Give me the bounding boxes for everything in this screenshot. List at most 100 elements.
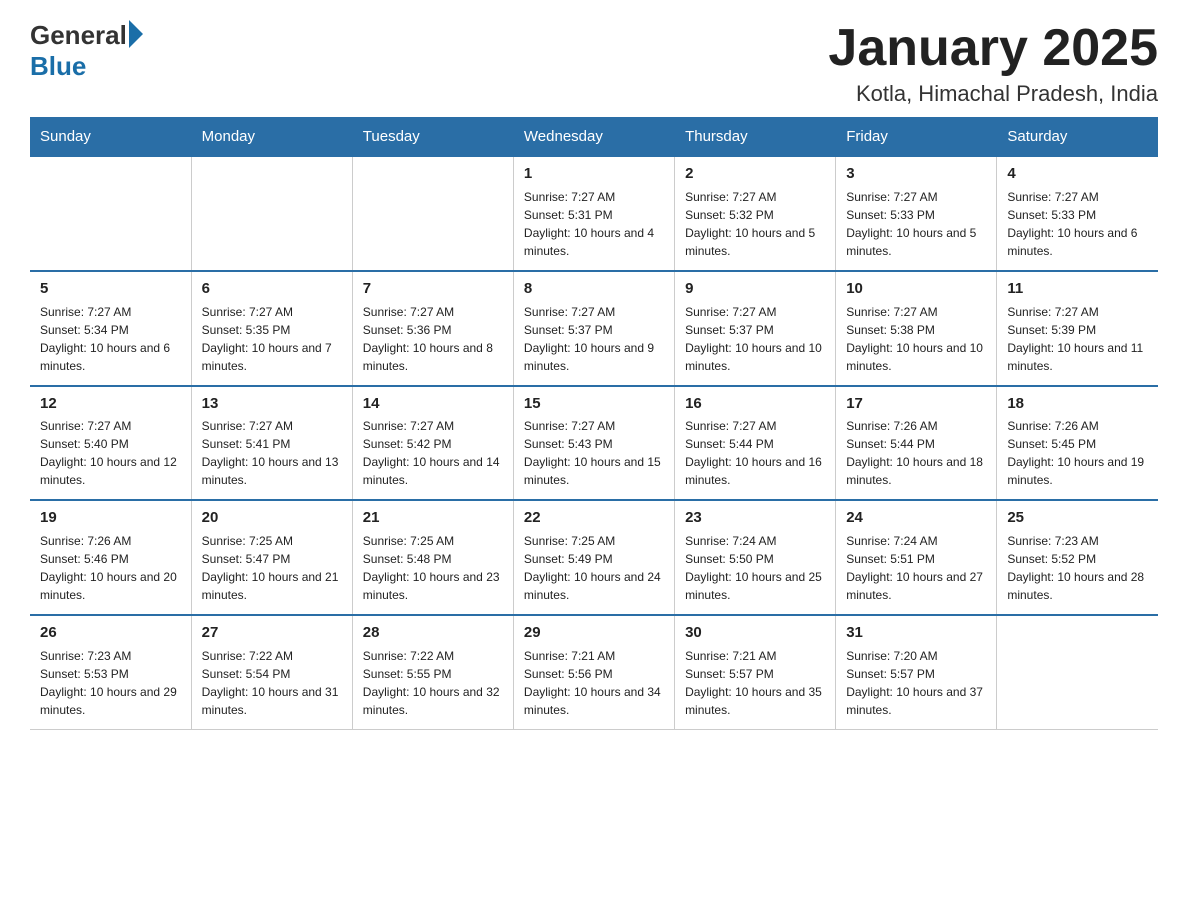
logo-blue-text: Blue xyxy=(30,51,86,81)
day-number: 5 xyxy=(40,278,181,300)
day-info: Sunrise: 7:27 AM Sunset: 5:43 PM Dayligh… xyxy=(524,417,664,489)
calendar-week-4: 19Sunrise: 7:26 AM Sunset: 5:46 PM Dayli… xyxy=(30,500,1158,615)
calendar-cell: 11 Sunrise: 7:27 AM Sunset: 5:39 PM Dayli… xyxy=(997,271,1158,386)
calendar-week-5: 26 Sunrise: 7:23 AM Sunset: 5:53 PM Dayli… xyxy=(30,615,1158,729)
calendar-cell: 24Sunrise: 7:24 AM Sunset: 5:51 PM Dayli… xyxy=(836,500,997,615)
day-info: Sunrise: 7:27 AM Sunset: 5:41 PM Dayligh… xyxy=(202,417,342,489)
calendar-cell: 12Sunrise: 7:27 AM Sunset: 5:40 PM Dayli… xyxy=(30,386,191,501)
day-info: Sunrise: 7:23 AM Sunset: 5:53 PM Dayligh… xyxy=(40,647,181,719)
calendar-cell: 7 Sunrise: 7:27 AM Sunset: 5:36 PM Daylig… xyxy=(352,271,513,386)
calendar-cell: 20Sunrise: 7:25 AM Sunset: 5:47 PM Dayli… xyxy=(191,500,352,615)
day-number: 12 xyxy=(40,393,181,415)
calendar-table: SundayMondayTuesdayWednesdayThursdayFrid… xyxy=(30,117,1158,730)
calendar-cell: 25 Sunrise: 7:23 AM Sunset: 5:52 PM Dayli… xyxy=(997,500,1158,615)
weekday-header-row: SundayMondayTuesdayWednesdayThursdayFrid… xyxy=(30,118,1158,157)
day-number: 31 xyxy=(846,622,986,644)
calendar-cell: 13Sunrise: 7:27 AM Sunset: 5:41 PM Dayli… xyxy=(191,386,352,501)
day-number: 30 xyxy=(685,622,825,644)
calendar-cell: 26 Sunrise: 7:23 AM Sunset: 5:53 PM Dayli… xyxy=(30,615,191,729)
day-info: Sunrise: 7:27 AM Sunset: 5:32 PM Dayligh… xyxy=(685,188,825,260)
day-info: Sunrise: 7:20 AM Sunset: 5:57 PM Dayligh… xyxy=(846,647,986,719)
logo: General Blue xyxy=(30,20,143,82)
calendar-cell: 23Sunrise: 7:24 AM Sunset: 5:50 PM Dayli… xyxy=(675,500,836,615)
calendar-cell: 21 Sunrise: 7:25 AM Sunset: 5:48 PM Dayli… xyxy=(352,500,513,615)
calendar-cell: 27Sunrise: 7:22 AM Sunset: 5:54 PM Dayli… xyxy=(191,615,352,729)
day-number: 19 xyxy=(40,507,181,529)
calendar-cell: 3Sunrise: 7:27 AM Sunset: 5:33 PM Daylig… xyxy=(836,156,997,271)
weekday-header-wednesday: Wednesday xyxy=(513,118,674,157)
day-number: 3 xyxy=(846,163,986,185)
calendar-subtitle: Kotla, Himachal Pradesh, India xyxy=(828,81,1158,107)
calendar-cell: 22Sunrise: 7:25 AM Sunset: 5:49 PM Dayli… xyxy=(513,500,674,615)
day-number: 6 xyxy=(202,278,342,300)
day-number: 10 xyxy=(846,278,986,300)
day-info: Sunrise: 7:26 AM Sunset: 5:44 PM Dayligh… xyxy=(846,417,986,489)
day-info: Sunrise: 7:25 AM Sunset: 5:48 PM Dayligh… xyxy=(363,532,503,604)
day-info: Sunrise: 7:23 AM Sunset: 5:52 PM Dayligh… xyxy=(1007,532,1148,604)
calendar-title: January 2025 xyxy=(828,20,1158,77)
day-number: 17 xyxy=(846,393,986,415)
day-number: 24 xyxy=(846,507,986,529)
day-info: Sunrise: 7:27 AM Sunset: 5:34 PM Dayligh… xyxy=(40,303,181,375)
calendar-cell: 16Sunrise: 7:27 AM Sunset: 5:44 PM Dayli… xyxy=(675,386,836,501)
calendar-cell: 29 Sunrise: 7:21 AM Sunset: 5:56 PM Dayli… xyxy=(513,615,674,729)
day-number: 25 xyxy=(1007,507,1148,529)
day-info: Sunrise: 7:27 AM Sunset: 5:38 PM Dayligh… xyxy=(846,303,986,375)
calendar-cell: 10 Sunrise: 7:27 AM Sunset: 5:38 PM Dayli… xyxy=(836,271,997,386)
weekday-header-friday: Friday xyxy=(836,118,997,157)
day-number: 22 xyxy=(524,507,664,529)
page-header: General Blue January 2025 Kotla, Himacha… xyxy=(30,20,1158,107)
weekday-header-sunday: Sunday xyxy=(30,118,191,157)
day-info: Sunrise: 7:27 AM Sunset: 5:31 PM Dayligh… xyxy=(524,188,664,260)
day-info: Sunrise: 7:22 AM Sunset: 5:54 PM Dayligh… xyxy=(202,647,342,719)
day-info: Sunrise: 7:27 AM Sunset: 5:39 PM Dayligh… xyxy=(1007,303,1148,375)
day-info: Sunrise: 7:27 AM Sunset: 5:37 PM Dayligh… xyxy=(524,303,664,375)
calendar-cell: 5 Sunrise: 7:27 AM Sunset: 5:34 PM Daylig… xyxy=(30,271,191,386)
calendar-cell: 18Sunrise: 7:26 AM Sunset: 5:45 PM Dayli… xyxy=(997,386,1158,501)
weekday-header-saturday: Saturday xyxy=(997,118,1158,157)
logo-triangle-icon xyxy=(129,20,143,48)
day-info: Sunrise: 7:26 AM Sunset: 5:45 PM Dayligh… xyxy=(1007,417,1148,489)
calendar-week-3: 12Sunrise: 7:27 AM Sunset: 5:40 PM Dayli… xyxy=(30,386,1158,501)
calendar-cell xyxy=(30,156,191,271)
weekday-header-monday: Monday xyxy=(191,118,352,157)
day-info: Sunrise: 7:24 AM Sunset: 5:50 PM Dayligh… xyxy=(685,532,825,604)
calendar-cell xyxy=(352,156,513,271)
day-info: Sunrise: 7:27 AM Sunset: 5:37 PM Dayligh… xyxy=(685,303,825,375)
day-number: 28 xyxy=(363,622,503,644)
day-number: 1 xyxy=(524,163,664,185)
calendar-week-1: 1 Sunrise: 7:27 AM Sunset: 5:31 PM Daylig… xyxy=(30,156,1158,271)
day-info: Sunrise: 7:21 AM Sunset: 5:57 PM Dayligh… xyxy=(685,647,825,719)
calendar-cell: 28Sunrise: 7:22 AM Sunset: 5:55 PM Dayli… xyxy=(352,615,513,729)
day-number: 29 xyxy=(524,622,664,644)
day-info: Sunrise: 7:27 AM Sunset: 5:44 PM Dayligh… xyxy=(685,417,825,489)
calendar-cell: 30 Sunrise: 7:21 AM Sunset: 5:57 PM Dayli… xyxy=(675,615,836,729)
weekday-header-tuesday: Tuesday xyxy=(352,118,513,157)
calendar-cell: 17Sunrise: 7:26 AM Sunset: 5:44 PM Dayli… xyxy=(836,386,997,501)
day-number: 8 xyxy=(524,278,664,300)
day-number: 21 xyxy=(363,507,503,529)
day-number: 2 xyxy=(685,163,825,185)
day-number: 9 xyxy=(685,278,825,300)
calendar-cell: 31 Sunrise: 7:20 AM Sunset: 5:57 PM Dayli… xyxy=(836,615,997,729)
day-number: 26 xyxy=(40,622,181,644)
calendar-cell: 1 Sunrise: 7:27 AM Sunset: 5:31 PM Daylig… xyxy=(513,156,674,271)
calendar-cell: 15Sunrise: 7:27 AM Sunset: 5:43 PM Dayli… xyxy=(513,386,674,501)
calendar-cell: 2 Sunrise: 7:27 AM Sunset: 5:32 PM Daylig… xyxy=(675,156,836,271)
day-info: Sunrise: 7:21 AM Sunset: 5:56 PM Dayligh… xyxy=(524,647,664,719)
calendar-cell: 6 Sunrise: 7:27 AM Sunset: 5:35 PM Daylig… xyxy=(191,271,352,386)
calendar-cell xyxy=(191,156,352,271)
calendar-cell: 19Sunrise: 7:26 AM Sunset: 5:46 PM Dayli… xyxy=(30,500,191,615)
day-number: 14 xyxy=(363,393,503,415)
day-info: Sunrise: 7:25 AM Sunset: 5:47 PM Dayligh… xyxy=(202,532,342,604)
calendar-cell xyxy=(997,615,1158,729)
day-info: Sunrise: 7:27 AM Sunset: 5:35 PM Dayligh… xyxy=(202,303,342,375)
day-number: 13 xyxy=(202,393,342,415)
day-info: Sunrise: 7:27 AM Sunset: 5:36 PM Dayligh… xyxy=(363,303,503,375)
calendar-week-2: 5 Sunrise: 7:27 AM Sunset: 5:34 PM Daylig… xyxy=(30,271,1158,386)
calendar-title-block: January 2025 Kotla, Himachal Pradesh, In… xyxy=(828,20,1158,107)
day-number: 7 xyxy=(363,278,503,300)
day-number: 15 xyxy=(524,393,664,415)
day-number: 11 xyxy=(1007,278,1148,300)
weekday-header-thursday: Thursday xyxy=(675,118,836,157)
